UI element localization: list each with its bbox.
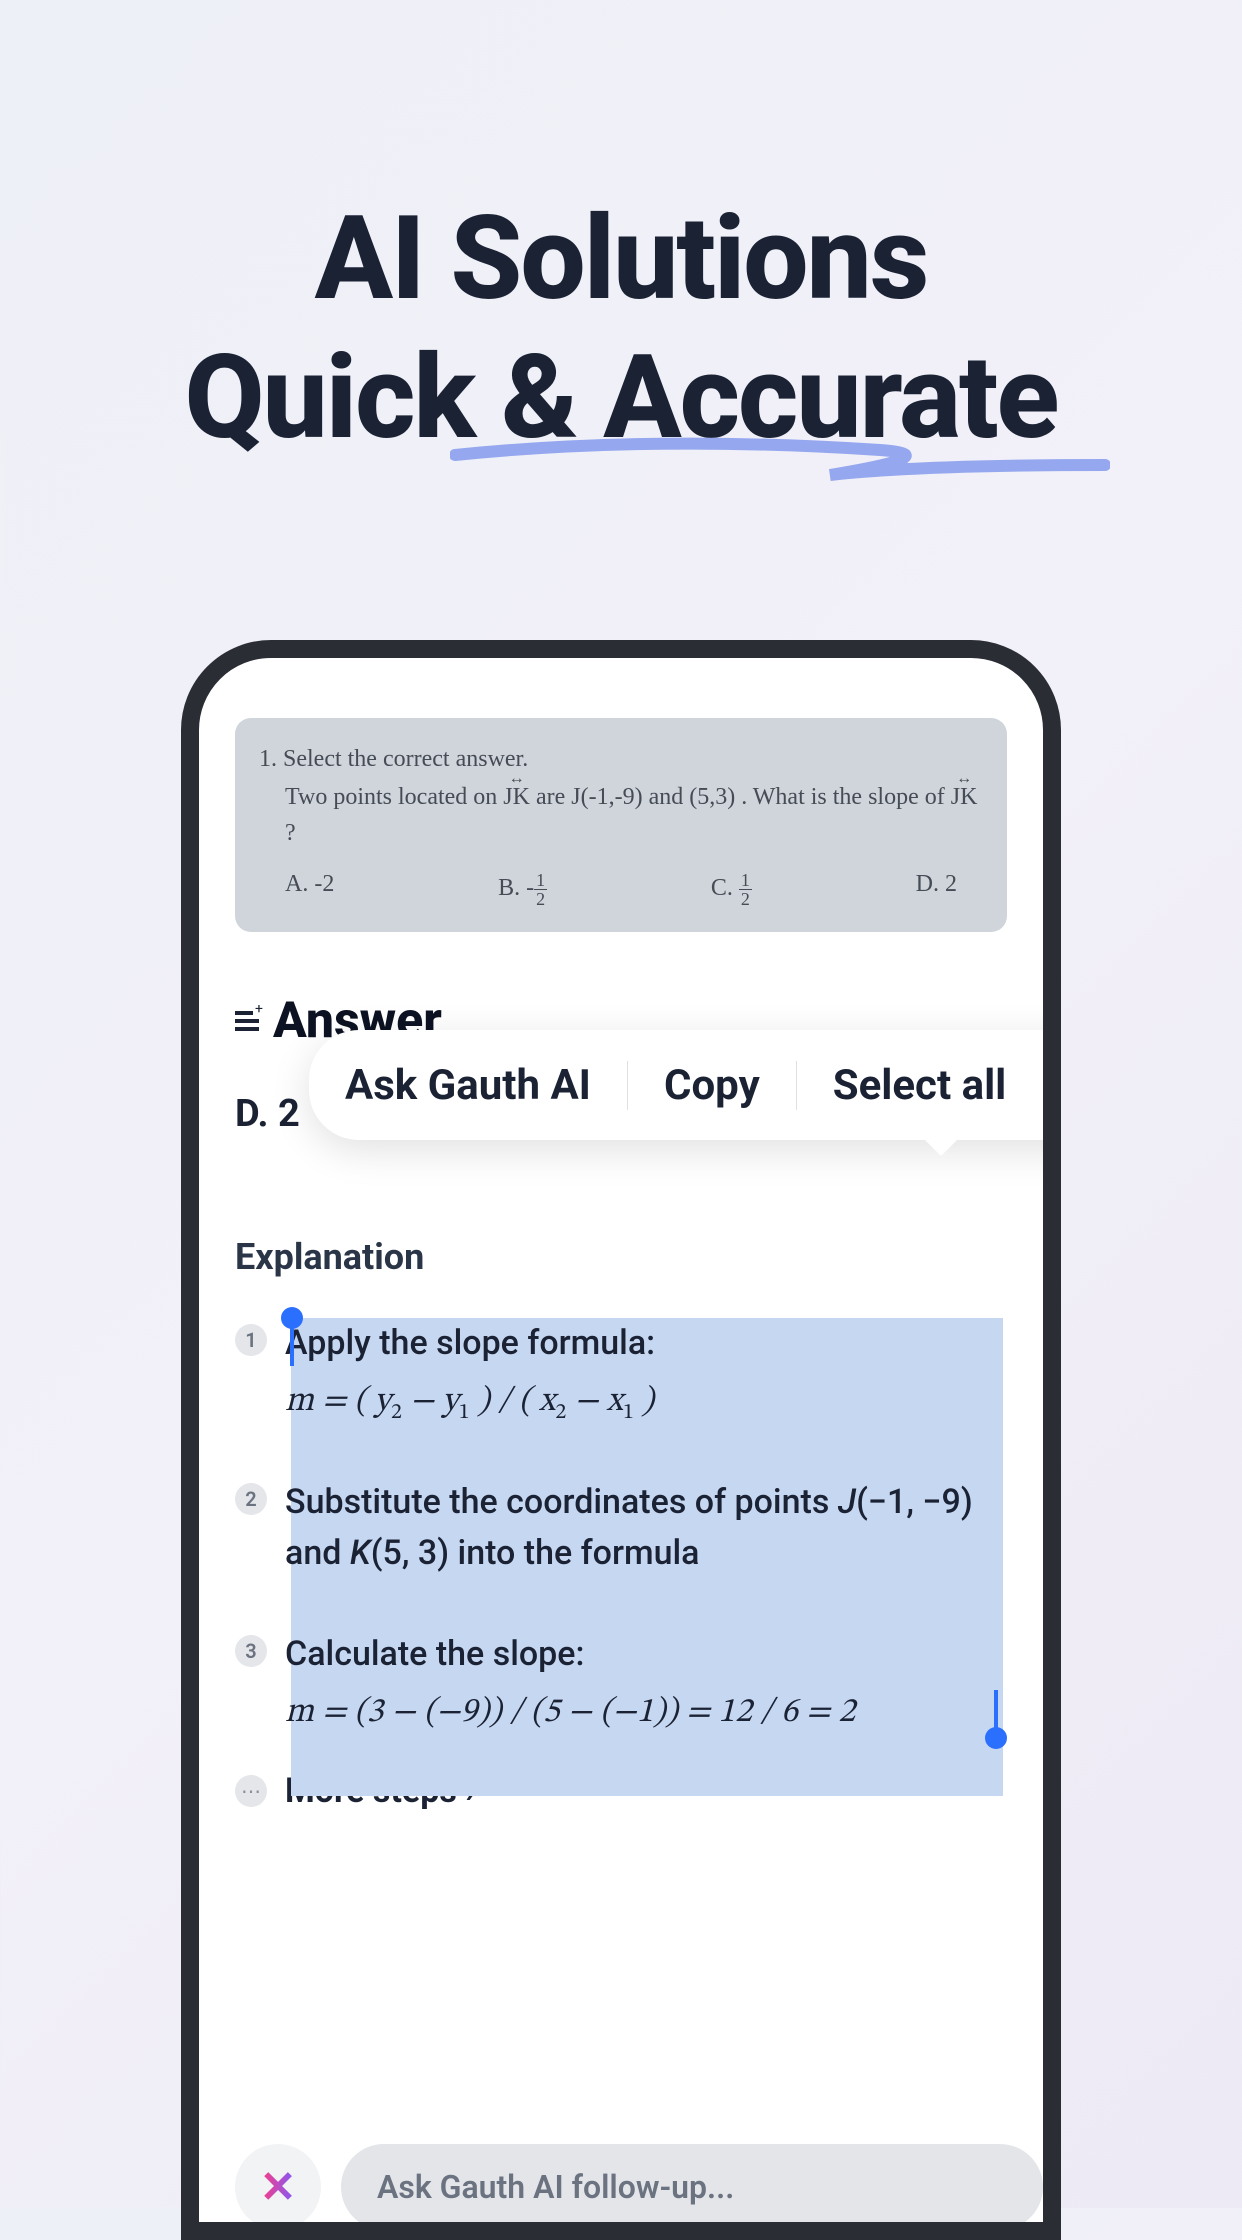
selection-handle-start-icon[interactable] [281,1307,303,1329]
option-c[interactable]: C. 12 [711,871,752,908]
followup-input[interactable]: Ask Gauth AI follow-up... [341,2144,1043,2230]
step-number: 1 [235,1324,267,1356]
option-a[interactable]: A. -2 [285,871,334,908]
step-formula: m = (3 − (−9)) / (5 − (−1)) = 12 / 6 = 2 [285,1692,855,1735]
step-text: Substitute the coordinates of points J(−… [285,1477,1007,1579]
step-text: Calculate the slope: [285,1629,855,1680]
step-formula: m = ( y2 − y1 ) / ( x2 − x1 ) [285,1381,655,1427]
question-title: 1. Select the correct answer. [259,746,983,773]
selection-handle-end-icon[interactable] [985,1727,1007,1749]
phone-frame: 1. Select the correct answer. Two points… [181,640,1061,2240]
menu-select-all[interactable]: Select all [797,1061,1043,1110]
step-text: Apply the slope formula: [285,1318,655,1369]
option-b[interactable]: B. -12 [498,871,547,908]
explanation-heading: Explanation [235,1236,1007,1278]
step-3: 3 Calculate the slope: m = (3 − (−9)) / … [235,1629,1007,1735]
step-2: 2 Substitute the coordinates of points J… [235,1477,1007,1579]
followup-bar: ✕ Ask Gauth AI follow-up... [235,2144,1043,2230]
followup-placeholder: Ask Gauth AI follow-up... [377,2168,734,2206]
more-dots-icon: ⋯ [235,1775,267,1807]
answer-list-icon [235,1011,259,1031]
menu-copy[interactable]: Copy [628,1061,797,1110]
step-1: 1 Apply the slope formula: m = ( y2 − y1… [235,1318,1007,1427]
marketing-headline: AI Solutions Quick & Accurate [0,0,1242,468]
underline-swoosh-icon [450,430,1110,500]
question-options: A. -2 B. -12 C. 12 D. 2 [259,871,983,908]
headline-line1: AI Solutions [315,191,928,327]
step-number: 3 [235,1635,267,1667]
step-number: 2 [235,1483,267,1515]
option-d[interactable]: D. 2 [916,871,957,908]
menu-ask-gauth-ai[interactable]: Ask Gauth AI [309,1061,628,1110]
question-box: 1. Select the correct answer. Two points… [235,718,1007,932]
gauth-logo-icon[interactable]: ✕ [235,2144,321,2230]
question-text: Two points located on JK are J(-1,-9) an… [285,779,983,851]
explanation-steps: 1 Apply the slope formula: m = ( y2 − y1… [235,1318,1007,1735]
context-menu: Ask Gauth AI Copy Select all [309,1030,1061,1140]
